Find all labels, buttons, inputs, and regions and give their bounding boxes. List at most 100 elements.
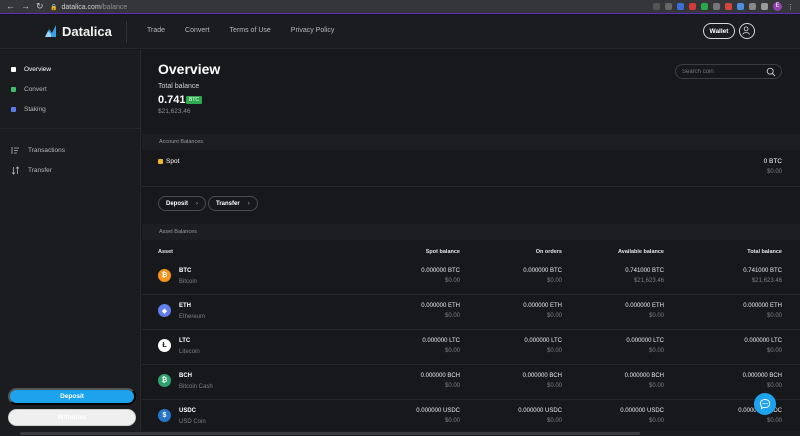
total-usd-amount: $0.00 [766,313,782,319]
profile-avatar[interactable]: E [773,2,782,11]
spot-usd-amount: $0.00 [444,418,460,424]
spot-amount: 0.000000 BTC [421,268,460,274]
table-row[interactable]: ◆ ETH Ethereum 0.000000 ETH $0.00 0.000000 ET… [142,295,800,330]
spot-balance-cell: 0.000000 ETH $0.00 [421,295,460,319]
ethereum-icon: ◆ [158,304,171,317]
brand-name: Datalica [62,23,112,39]
asset-symbol: USDC [179,408,197,414]
available-balance-cell: 0.741000 BTC $21,623.46 [625,260,664,284]
usd-coin-icon: $ [158,409,171,422]
total-balance-cell: 0.000000 BCH $0.00 [743,365,782,389]
table-row[interactable]: Ł LTC Litecoin 0.000000 LTC $0.00 0.000000 LT… [142,330,800,365]
total-balance-label: Total balance [158,83,200,90]
sidebar-item-label: Transactions [28,147,65,154]
overview-icon [11,67,16,72]
spot-amount: 0.000000 BCH [420,373,460,379]
spot-amount: 0.000000 ETH [421,303,460,309]
total-balance-value: 0.741 [158,94,186,106]
browser-toolbar: ← → ↻ 🔒 datalica.com/balance E ⋮ [0,0,800,14]
total-balance-usd: $21,623.46 [158,108,191,115]
kebab-menu-icon[interactable]: ⋮ [787,3,794,11]
spot-usd-amount: $0.00 [444,348,460,354]
user-icon [742,26,750,35]
scrollbar-thumb[interactable] [20,432,640,435]
orders-balance-cell: 0.000000 LTC $0.00 [524,330,562,354]
available-balance-cell: 0.000000 USDC $0.00 [620,400,664,424]
share-icon[interactable] [653,3,660,10]
column-header: On orders [535,249,562,255]
horizontal-scrollbar[interactable] [0,431,800,436]
sidepanel-icon[interactable] [761,3,768,10]
nav-convert[interactable]: Convert [185,27,210,34]
url-host: datalica.com [61,3,101,11]
orders-balance-cell: 0.000000 USDC $0.00 [518,400,562,424]
deposit-button-label: Deposit [166,200,189,207]
extension-icon[interactable] [713,3,720,10]
search-input[interactable] [682,67,767,77]
total-amount: 0.000000 ETH [743,303,782,309]
spot-value: 0 BTC [763,158,782,165]
forward-icon[interactable]: → [21,1,30,12]
deposit-button[interactable]: Deposit › [158,196,207,211]
url-path: /balance [100,3,128,11]
asset-symbol: BCH [179,373,192,379]
spot-icon [158,159,163,164]
main-menu: Trade Convert Terms of Use Privacy Polic… [147,27,334,34]
extension-icon[interactable] [725,3,732,10]
chat-icon [759,399,771,410]
address-bar[interactable]: 🔒 datalica.com/balance [50,1,630,13]
column-header: Total balance [747,249,782,255]
search-icon[interactable] [766,67,776,77]
chevron-right-icon: › [196,200,199,207]
divider [126,21,127,43]
extension-icon[interactable] [737,3,744,10]
nav-trade[interactable]: Trade [147,27,165,34]
available-amount: 0.741000 BTC [625,268,664,274]
asset-symbol: ETH [179,303,191,309]
sidebar-item-transactions[interactable]: Transactions [11,146,65,155]
sidebar-item-label: Overview [24,66,52,73]
available-usd-amount: $21,623.46 [633,278,664,284]
chevron-right-icon: › [247,200,250,207]
nav-terms-of-use[interactable]: Terms of Use [230,27,271,34]
sidebar-divider [0,128,141,129]
reload-icon[interactable]: ↻ [36,1,44,12]
spot-usd-amount: $0.00 [444,278,460,284]
transfer-icon [11,166,20,175]
available-balance-cell: 0.000000 LTC $0.00 [626,330,664,354]
column-header: Spot balance [425,249,460,255]
table-row[interactable]: $ USDC USD Coin 0.000000 USDC $0.00 0.000000 … [142,400,800,435]
table-row[interactable]: ₿ BCH Bitcoin Cash 0.000000 BCH $0.00 0.00000… [142,365,800,400]
brand-logo[interactable]: Datalica [44,23,112,39]
spot-balance-cell: 0.000000 LTC $0.00 [422,330,460,354]
user-button[interactable] [739,23,755,39]
nav-privacy-policy[interactable]: Privacy Policy [291,27,335,34]
puzzle-icon[interactable] [749,3,756,10]
back-icon[interactable]: ← [6,1,15,12]
sidebar-item-transfer[interactable]: Transfer [11,166,52,175]
extension-icon[interactable] [689,3,696,10]
bitcoin-cash-icon: ₿ [158,374,171,387]
chat-support-button[interactable] [754,393,776,415]
spot-amount: 0.000000 USDC [416,408,460,414]
extension-icon[interactable] [677,3,684,10]
sidebar-item-convert[interactable]: Convert [11,86,47,93]
top-navigation: Datalica Trade Convert Terms of Use Priv… [0,15,800,49]
spot-balance-cell: 0.000000 BTC $0.00 [421,260,460,284]
sidebar-withdraw-button[interactable]: Withdraw [8,409,136,426]
spot-label: Spot [166,158,180,165]
total-usd-amount: $0.00 [766,383,782,389]
sidebar-deposit-button[interactable]: Deposit [8,388,136,405]
total-balance-cell: 0.000000 ETH $0.00 [743,295,782,319]
sidebar-item-overview[interactable]: Overview [11,66,51,73]
bitcoin-icon: ₿ [158,269,171,282]
star-icon[interactable] [665,3,672,10]
wallet-button[interactable]: Wallet [703,23,735,39]
sidebar-item-staking[interactable]: Staking [11,106,46,113]
transfer-button[interactable]: Transfer › [208,196,258,211]
orders-amount: 0.000000 ETH [523,303,562,309]
total-balance-cell: 0.741000 BTC $21,623.46 [743,260,782,284]
table-row[interactable]: ₿ BTC Bitcoin 0.000000 BTC $0.00 0.000000 BTC… [142,260,800,295]
extension-icon[interactable] [701,3,708,10]
asset-name: Bitcoin [179,279,198,285]
